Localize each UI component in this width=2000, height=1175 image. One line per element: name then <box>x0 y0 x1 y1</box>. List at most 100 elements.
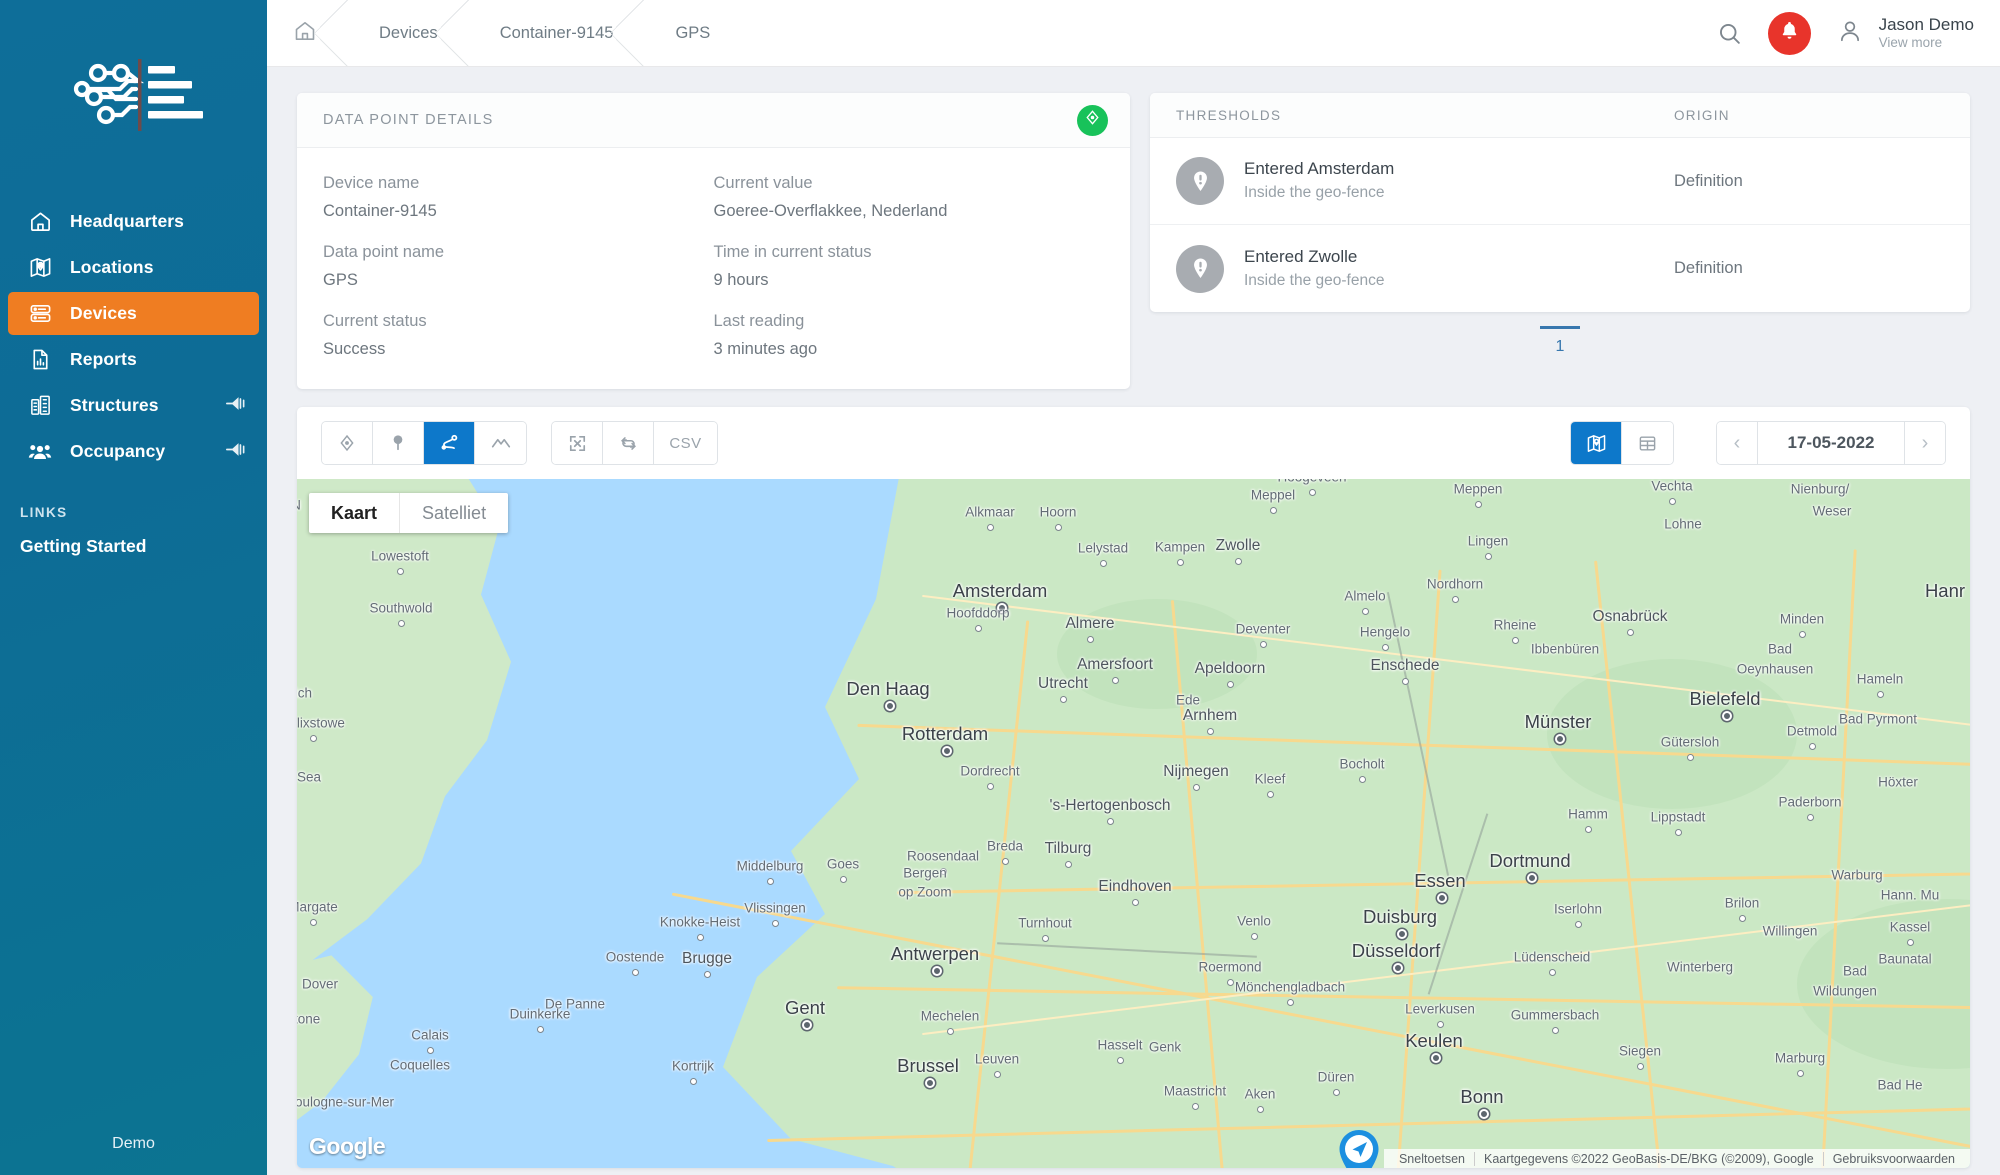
map-city-dot <box>1431 1053 1441 1063</box>
attribution-terms[interactable]: Gebruiksvoorwaarden <box>1822 1151 1964 1166</box>
sidebar-item-headquarters[interactable]: Headquarters <box>8 200 259 243</box>
chevron-right-icon[interactable]: › <box>1905 422 1945 464</box>
field-device-name: Device name Container-9145 <box>323 174 714 221</box>
map-city-dot <box>1227 681 1234 688</box>
user-view-more[interactable]: View more <box>1879 35 1974 52</box>
map-city-dot <box>1185 712 1192 719</box>
pagination: 1 <box>1150 312 1970 362</box>
user-menu[interactable]: Jason Demo View more <box>1837 14 1974 52</box>
column-header-thresholds: THRESHOLDS <box>1176 107 1282 123</box>
attribution-shortcuts[interactable]: Sneltoetsen <box>1390 1152 1474 1166</box>
map-city-dot <box>1117 1057 1124 1064</box>
gps-target-button[interactable] <box>322 422 373 464</box>
start-marker[interactable] <box>1337 1129 1381 1168</box>
map-city-dot <box>697 934 704 941</box>
breadcrumb-container[interactable]: Container-9145 <box>468 0 645 67</box>
map-view-button[interactable] <box>1571 422 1622 464</box>
sidebar-item-label: Locations <box>70 257 154 277</box>
table-row[interactable]: Entered Zwolle Inside the geo-fence Defi… <box>1150 225 1970 312</box>
details-card-header: DATA POINT DETAILS <box>297 93 1130 148</box>
map-city-dot <box>1042 935 1049 942</box>
map-type-satelliet[interactable]: Satelliet <box>400 493 508 533</box>
map-city-dot <box>1585 826 1592 833</box>
field-value: GPS <box>323 271 358 289</box>
map-city-dot <box>1797 1070 1804 1077</box>
map-city-dot <box>1527 873 1537 883</box>
table-view-button[interactable] <box>1622 422 1673 464</box>
map-city-dot <box>632 969 639 976</box>
map-city-dot <box>1402 678 1409 685</box>
map-city-dot <box>1192 1103 1199 1110</box>
map-canvas[interactable]: Kaart Satelliet Lowestoft Southwold ch l… <box>297 479 1970 1168</box>
sidebar-item-label: Structures <box>70 395 159 415</box>
route-track-button[interactable] <box>424 422 475 464</box>
chevron-left-icon[interactable]: ‹ <box>1717 422 1757 464</box>
field-value: 3 minutes ago <box>713 340 818 358</box>
collapse-panel-icon[interactable] <box>225 395 245 416</box>
collapse-panel-icon[interactable] <box>225 441 245 462</box>
map-panel: CSV ‹ 17-05-2022 › Kaart Satelliet Lowes… <box>297 407 1970 1168</box>
threshold-sub: Inside the geo-fence <box>1244 184 1385 202</box>
home-icon <box>293 19 317 48</box>
map-city-dot <box>1722 711 1732 721</box>
map-city-dot <box>1362 608 1369 615</box>
threshold-text: Entered Amsterdam Inside the geo-fence <box>1244 157 1394 204</box>
map-city-dot <box>885 701 895 711</box>
map-city-dot <box>1512 637 1519 644</box>
search-icon[interactable] <box>1717 21 1742 46</box>
map-city-dot <box>1087 636 1094 643</box>
sidebar-link-getting-started[interactable]: Getting Started <box>20 536 267 557</box>
field-label: Current value <box>713 174 813 192</box>
csv-export-button[interactable]: CSV <box>654 422 717 464</box>
map-city-dot <box>1002 858 1009 865</box>
sidebar-item-structures[interactable]: Structures <box>8 384 259 427</box>
field-value: Container-9145 <box>323 202 437 220</box>
map-city-dot <box>1799 631 1806 638</box>
map-city-dot <box>1393 963 1403 973</box>
map-city-dot <box>1452 596 1459 603</box>
date-value[interactable]: 17-05-2022 <box>1757 422 1905 464</box>
breadcrumb-gps[interactable]: GPS <box>643 0 740 67</box>
map-city-dot <box>1257 1106 1264 1113</box>
sparkline-button[interactable] <box>475 422 526 464</box>
map-city-dot <box>1270 507 1277 514</box>
thresholds-table-header: THRESHOLDS ORIGIN <box>1150 93 1970 138</box>
map-city-dot <box>1359 776 1366 783</box>
map-city-dot <box>1877 691 1884 698</box>
refresh-button[interactable] <box>603 422 654 464</box>
field-value: 9 hours <box>713 271 769 289</box>
map-pin-button[interactable] <box>373 422 424 464</box>
map-type-kaart[interactable]: Kaart <box>309 493 401 533</box>
map-city-dot <box>767 878 774 885</box>
field-current-value: Current value Goeree-Overflakkee, Nederl… <box>714 174 1105 221</box>
thresholds-section: THRESHOLDS ORIGIN Entered Amsterdam Insi… <box>1150 93 1970 362</box>
report-document-icon <box>28 348 52 372</box>
sidebar-footer-label: Demo <box>112 1135 155 1152</box>
map-city-dot <box>1065 861 1072 868</box>
app-logo[interactable] <box>0 0 267 190</box>
notification-bell-button[interactable] <box>1767 11 1811 55</box>
breadcrumb-devices[interactable]: Devices <box>347 0 469 67</box>
map-city-dot <box>772 920 779 927</box>
field-label: Data point name <box>323 243 445 261</box>
breadcrumb-home[interactable] <box>267 0 348 67</box>
user-icon <box>1837 18 1863 49</box>
main-area: Devices Container-9145 GPS Jason Demo Vi… <box>267 0 2000 1175</box>
fullscreen-expand-button[interactable] <box>552 422 603 464</box>
map-city-dot <box>537 1026 544 1033</box>
map-attribution: Sneltoetsen Kaartgegevens ©2022 GeoBasis… <box>1383 1149 1970 1168</box>
field-value: Goeree-Overflakkee, Nederland <box>713 202 948 220</box>
field-last-reading: Last reading 3 minutes ago <box>714 312 1105 359</box>
sidebar-item-locations[interactable]: Locations <box>8 246 259 289</box>
field-data-point-name: Data point name GPS <box>323 243 714 290</box>
google-logo: Google <box>309 1133 386 1159</box>
map-city-dot <box>1485 553 1492 560</box>
content-area: DATA POINT DETAILS Device name Container… <box>267 67 2000 1175</box>
sidebar-item-devices[interactable]: Devices <box>8 292 259 335</box>
threshold-text: Entered Zwolle Inside the geo-fence <box>1244 245 1384 292</box>
map-city-dot <box>1309 489 1316 496</box>
pagination-page-1[interactable]: 1 <box>1539 326 1581 362</box>
table-row[interactable]: Entered Amsterdam Inside the geo-fence D… <box>1150 138 1970 225</box>
sidebar-item-reports[interactable]: Reports <box>8 338 259 381</box>
sidebar-item-occupancy[interactable]: Occupancy <box>8 430 259 473</box>
